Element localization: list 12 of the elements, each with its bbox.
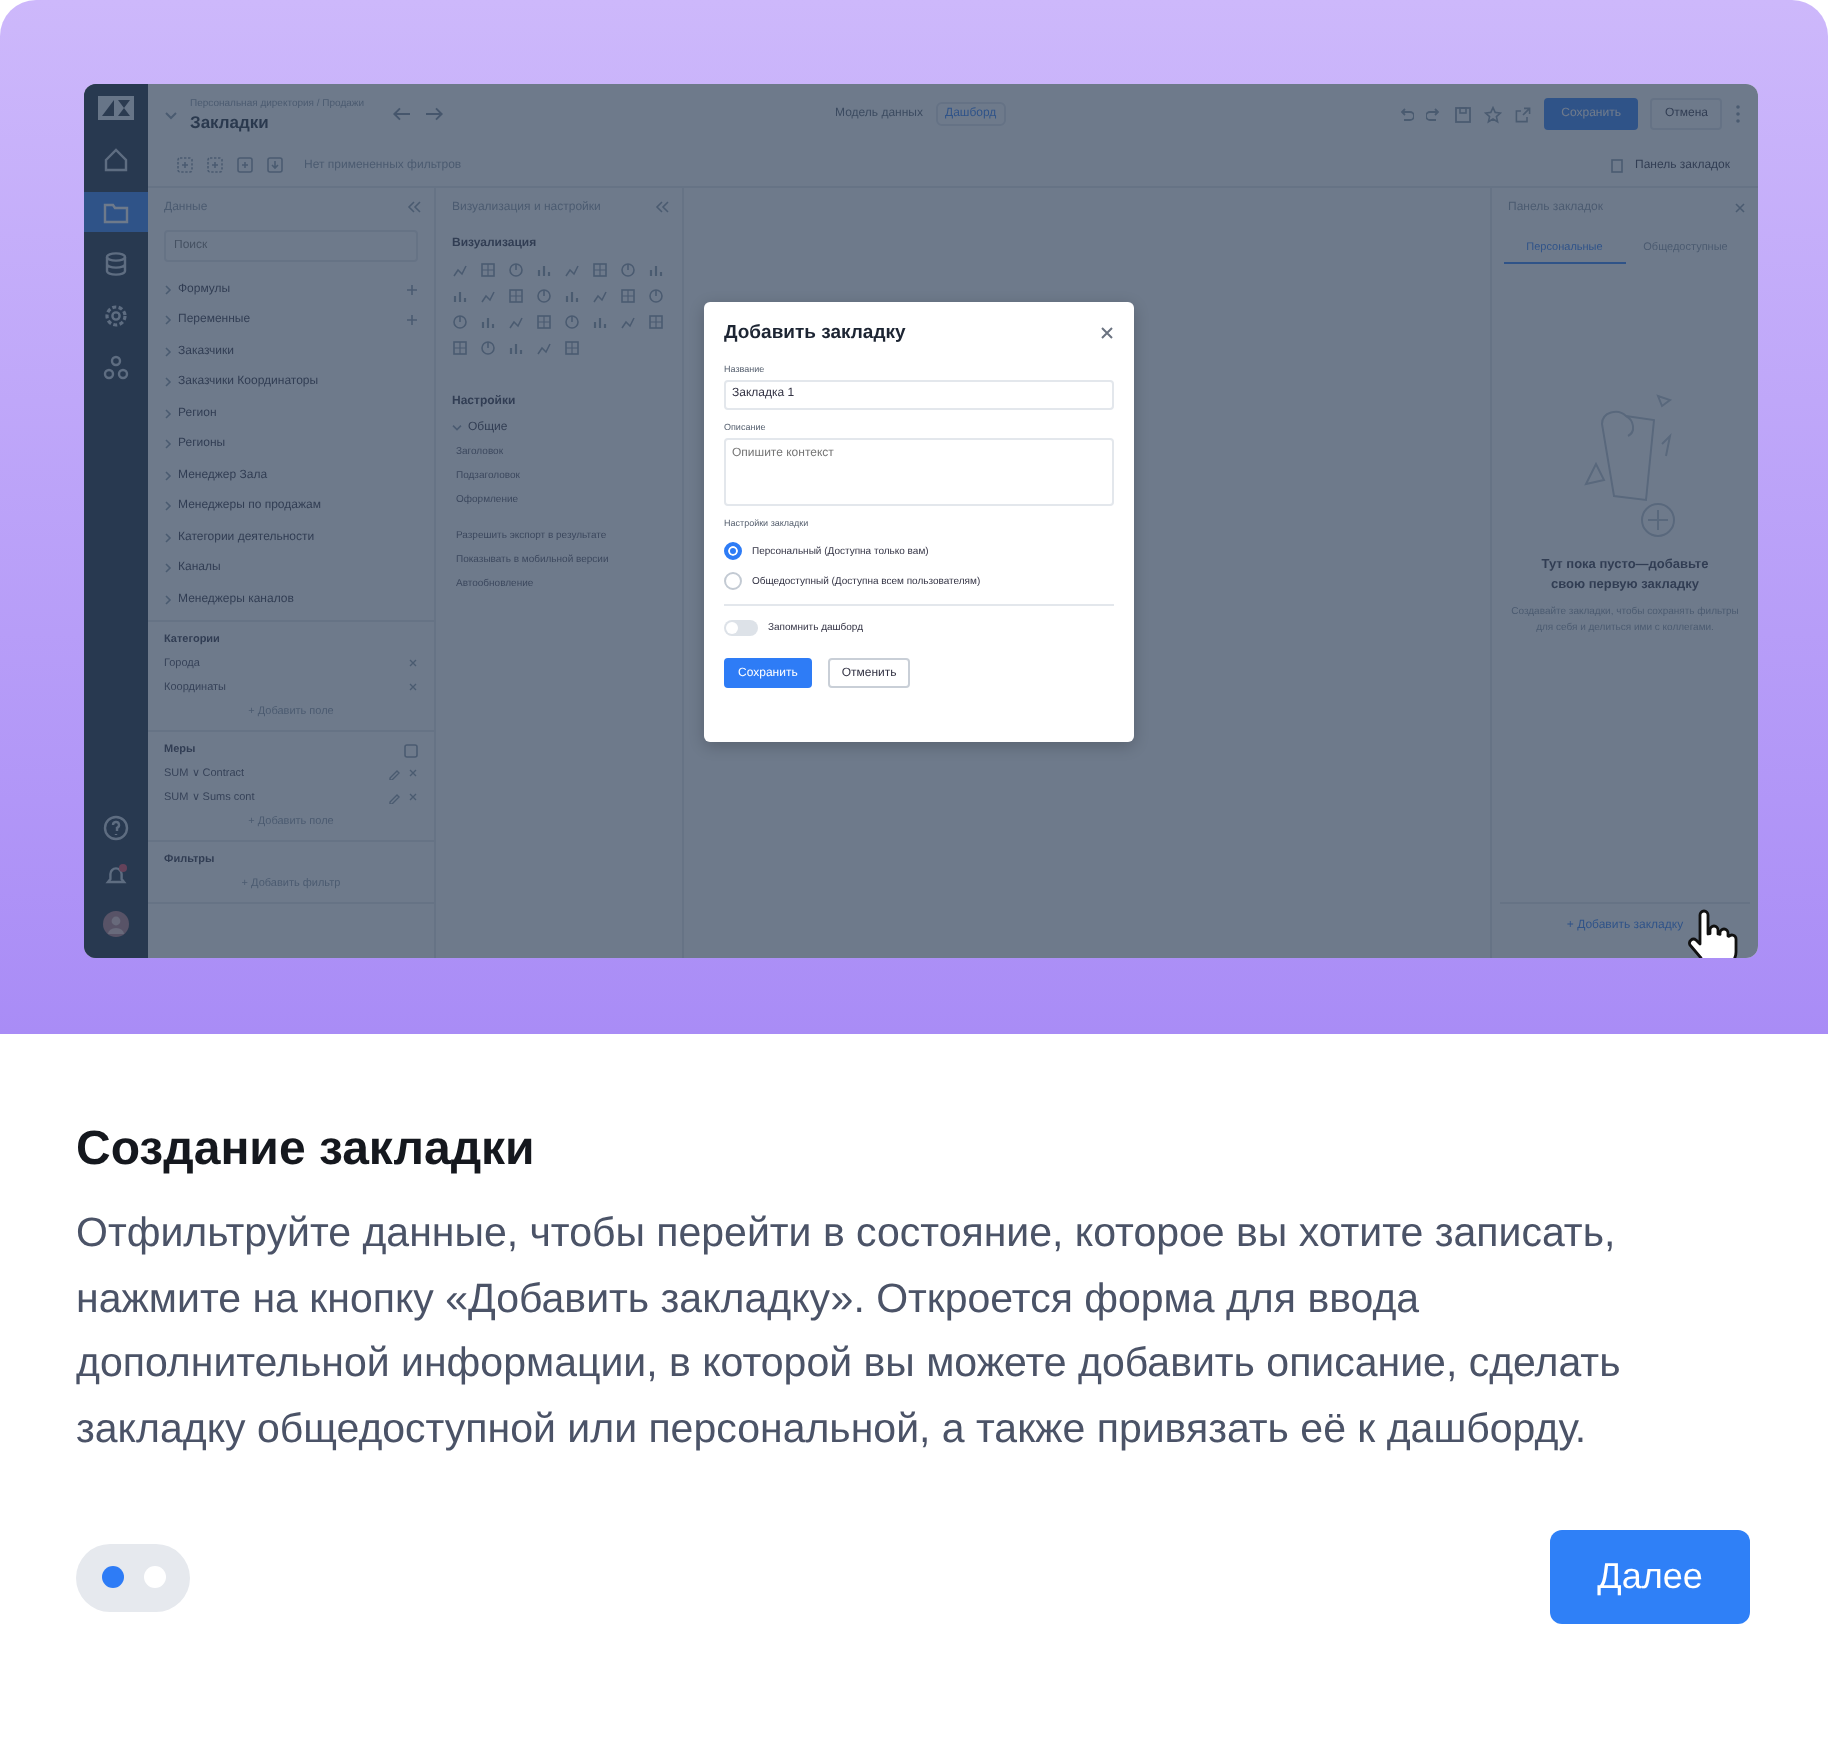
radio-button[interactable] <box>724 572 742 590</box>
step-dot[interactable] <box>101 1566 123 1588</box>
dialog-title: Добавить закладку <box>724 322 906 344</box>
toggle-switch[interactable] <box>724 619 758 635</box>
hand-cursor-icon <box>1682 908 1742 958</box>
close-icon[interactable] <box>1100 326 1114 340</box>
page-title: Закладки <box>190 111 271 131</box>
radio-button[interactable] <box>724 542 742 560</box>
next-button[interactable]: Далее <box>1550 1530 1750 1624</box>
step-dot[interactable] <box>143 1566 165 1588</box>
step-description: Отфильтруйте данные, чтобы перейти в состояние, которое вы хотите записать, нажмите на кнопку «Добавить закладку». Откроется форма для ввода дополнительной информации, в которой вы можете добавить описание, сделать закладку общедоступной или персональной, а также привязать её к дашборду. <box>76 1208 1623 1455</box>
step-title: Создание закладки <box>76 1122 537 1178</box>
